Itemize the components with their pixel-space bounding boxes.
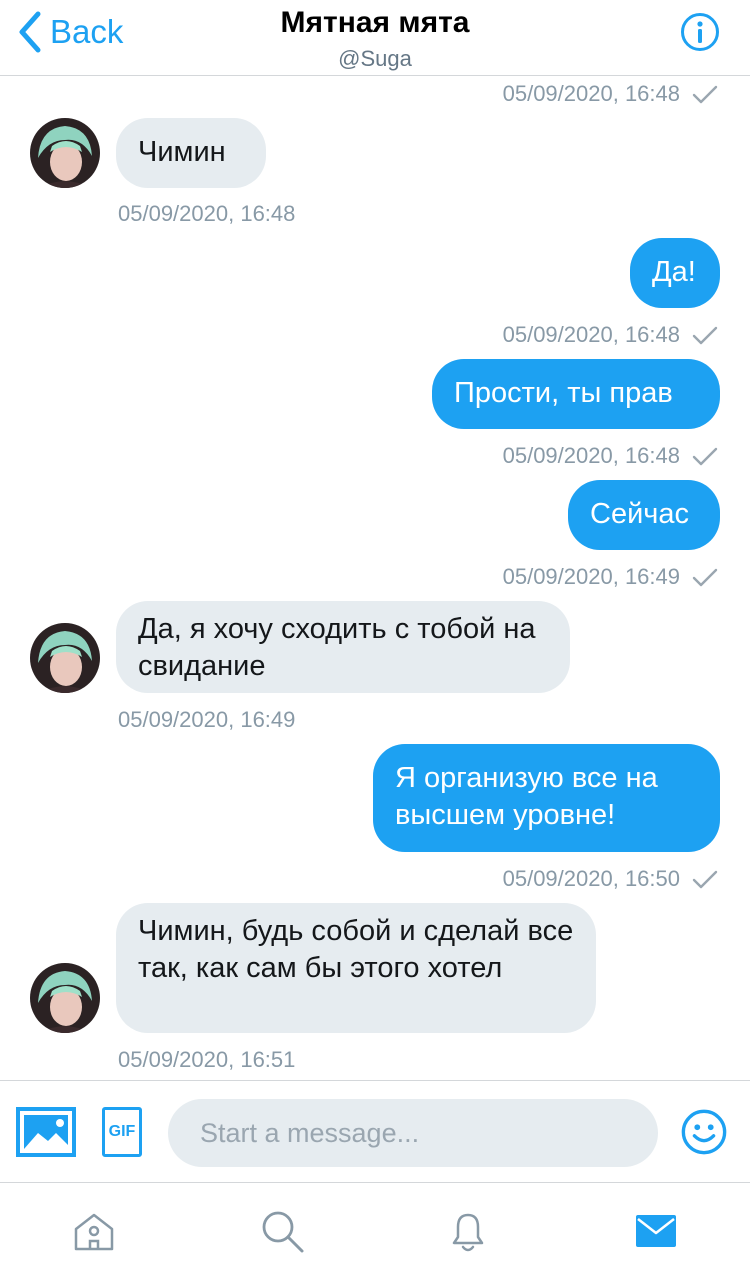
conversation-header: Back Мятная мята @Suga: [0, 0, 750, 76]
message-composer: GIF: [0, 1080, 750, 1182]
message-text: Да, я хочу сходить с тобой на свидание: [138, 613, 536, 682]
message-timestamp: 05/09/2020, 16:48: [502, 443, 680, 468]
home-icon[interactable]: [70, 1207, 118, 1255]
emoji-icon[interactable]: [680, 1108, 728, 1156]
message-input-wrapper: [168, 1099, 658, 1167]
message-timestamp: 05/09/2020, 16:48: [118, 201, 296, 226]
message-bubble-outgoing[interactable]: Прости, ты прав: [432, 359, 720, 429]
message-text: Чимин, будь собой и сделай все так, как …: [138, 915, 574, 984]
message-timestamp: 05/09/2020, 16:49: [118, 707, 296, 732]
message-text: Я организую все на высшем уровне!: [395, 762, 658, 831]
image-icon[interactable]: [16, 1107, 76, 1157]
avatar[interactable]: [30, 963, 100, 1033]
message-bubble-outgoing[interactable]: Да!: [630, 238, 720, 308]
message-text: Чимин: [138, 136, 226, 168]
conversation-handle: @Suga: [338, 46, 412, 71]
message-bubble-incoming[interactable]: Чимин: [116, 118, 266, 188]
message-bubble-incoming[interactable]: Чимин, будь собой и сделай все так, как …: [116, 903, 596, 1033]
gif-button[interactable]: GIF: [102, 1107, 142, 1157]
message-timestamp: 05/09/2020, 16:48: [502, 322, 680, 347]
sent-check-icon: [692, 85, 718, 104]
gif-label: GIF: [108, 1123, 136, 1140]
message-bubble-outgoing[interactable]: Я организую все на высшем уровне!: [373, 744, 720, 852]
search-icon[interactable]: [258, 1207, 306, 1255]
message-input[interactable]: [168, 1099, 658, 1167]
message-timestamp: 05/09/2020, 16:50: [502, 866, 680, 891]
info-icon[interactable]: [680, 12, 720, 52]
message-text: Да!: [652, 256, 696, 288]
conversation-title: Мятная мята: [280, 6, 470, 39]
conversation-thread[interactable]: 05/09/2020, 16:48 Чимин 05/09/2020, 16:4…: [0, 77, 750, 1079]
message-timestamp: 05/09/2020, 16:51: [118, 1047, 296, 1072]
sent-check-icon: [692, 326, 718, 345]
message-bubble-outgoing[interactable]: Сейчас: [568, 480, 720, 550]
message-text: Прости, ты прав: [454, 377, 673, 409]
message-timestamp: 05/09/2020, 16:49: [502, 564, 680, 589]
mail-icon[interactable]: [632, 1207, 680, 1255]
sent-check-icon: [692, 870, 718, 889]
avatar[interactable]: [30, 118, 100, 188]
bell-icon[interactable]: [444, 1207, 492, 1255]
avatar[interactable]: [30, 623, 100, 693]
message-text: Сейчас: [590, 498, 690, 530]
message-bubble-incoming[interactable]: Да, я хочу сходить с тобой на свидание: [116, 601, 570, 693]
sent-check-icon: [692, 447, 718, 466]
sent-check-icon: [692, 568, 718, 587]
message-timestamp: 05/09/2020, 16:48: [502, 81, 680, 106]
tab-bar: [0, 1182, 750, 1282]
